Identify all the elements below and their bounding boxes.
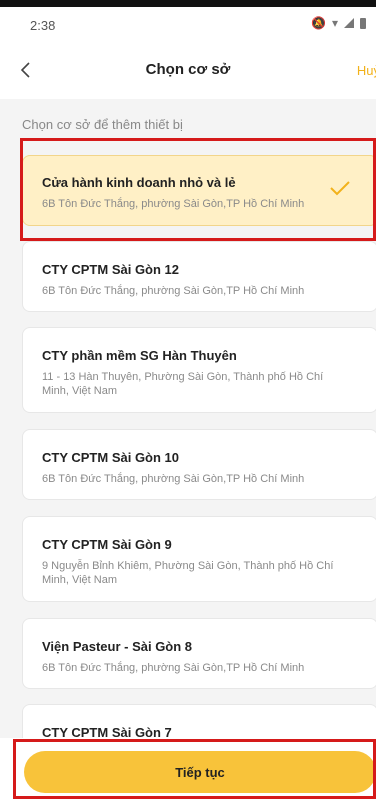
location-name: CTY CPTM Sài Gòn 9: [42, 537, 172, 552]
location-card[interactable]: Viện Pasteur - Sài Gòn 8 6B Tôn Đức Thắn…: [22, 618, 376, 689]
location-name: CTY CPTM Sài Gòn 10: [42, 450, 180, 465]
continue-button[interactable]: Tiếp tục: [24, 751, 376, 793]
status-bar: 2:38 🔕 ▾: [0, 7, 376, 43]
top-edge: [0, 0, 376, 7]
location-address: 11 - 13 Hàn Thuyên, Phường Sài Gòn, Thàn…: [42, 371, 324, 397]
location-card[interactable]: CTY phần mềm SG Hàn Thuyên 11 - 13 Hàn T…: [22, 327, 376, 413]
cancel-button[interactable]: Huỷ: [357, 63, 376, 78]
location-card[interactable]: CTY CPTM Sài Gòn 12 6B Tôn Đức Thắng, ph…: [22, 241, 376, 312]
location-card[interactable]: Cửa hành kinh doanh nhỏ và lẻ 6B Tôn Đức…: [22, 155, 376, 226]
mute-icon: 🔕: [311, 16, 326, 30]
location-name: Viện Pasteur - Sài Gòn 8: [42, 639, 193, 654]
top-nav: Chọn cơ sở Huỷ: [0, 43, 376, 99]
status-icons: 🔕 ▾: [311, 16, 366, 30]
wifi-icon: ▾: [331, 16, 338, 30]
location-address: 6B Tôn Đức Thắng, phường Sài Gòn,TP Hồ C…: [42, 285, 305, 297]
location-address: 6B Tôn Đức Thắng, phường Sài Gòn,TP Hồ C…: [42, 473, 305, 485]
location-card[interactable]: CTY CPTM Sài Gòn 9 9 Nguyễn Bỉnh Khiêm, …: [22, 516, 376, 602]
location-address: 9 Nguyễn Bỉnh Khiêm, Phường Sài Gòn, Thà…: [42, 560, 334, 586]
location-card[interactable]: CTY CPTM Sài Gòn 10 6B Tôn Đức Thắng, ph…: [22, 429, 376, 500]
check-icon: [330, 181, 350, 196]
location-name: CTY CPTM Sài Gòn 12: [42, 262, 180, 277]
status-time: 2:38: [30, 18, 56, 33]
signal-icon: [344, 18, 354, 28]
location-address: 6B Tôn Đức Thắng, phường Sài Gòn,TP Hồ C…: [42, 662, 305, 674]
battery-icon: [360, 17, 366, 29]
list-subtitle: Chọn cơ sở để thêm thiết bị: [22, 117, 183, 132]
location-address: 6B Tôn Đức Thắng, phường Sài Gòn,TP Hồ C…: [42, 198, 305, 210]
page-title: Chọn cơ sở: [145, 61, 231, 78]
location-name: Cửa hành kinh doanh nhỏ và lẻ: [42, 175, 236, 190]
location-name: CTY phần mềm SG Hàn Thuyên: [42, 348, 237, 363]
